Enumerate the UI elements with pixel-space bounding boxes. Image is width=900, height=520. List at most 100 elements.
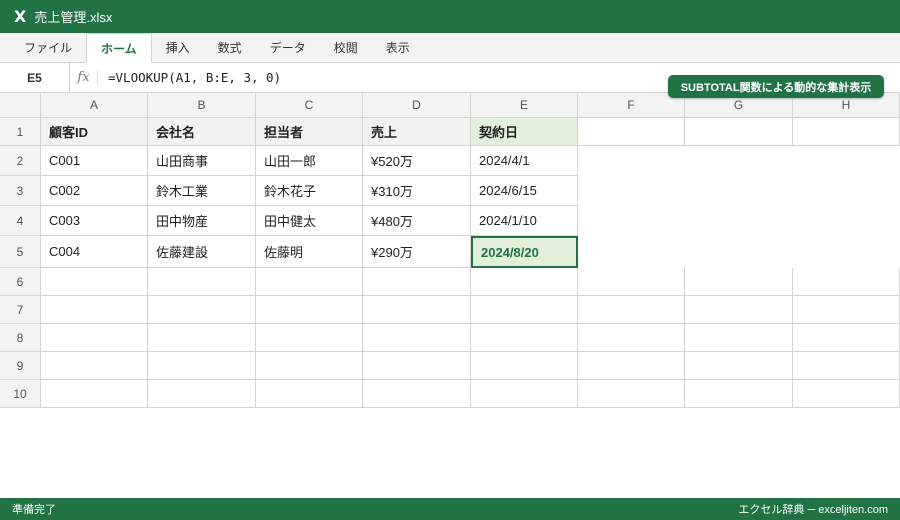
empty-cell[interactable]	[363, 352, 471, 380]
empty-cell[interactable]	[256, 268, 363, 296]
empty-cell[interactable]	[256, 352, 363, 380]
cell-h1[interactable]	[793, 118, 900, 146]
cell-b5[interactable]: 佐藤建設	[148, 236, 256, 268]
empty-cell[interactable]	[256, 296, 363, 324]
feature-banner: SUBTOTAL関数による動的な集計表示	[668, 75, 884, 98]
cell-e3[interactable]: 2024/6/15	[471, 176, 578, 206]
name-box[interactable]: E5	[0, 63, 70, 92]
cell-e5-selected[interactable]: 2024/8/20	[471, 236, 578, 268]
cell-b4[interactable]: 田中物産	[148, 206, 256, 236]
empty-cell[interactable]	[363, 324, 471, 352]
empty-cell[interactable]	[685, 352, 793, 380]
empty-cell[interactable]	[41, 380, 148, 408]
empty-cell[interactable]	[793, 380, 900, 408]
row-header[interactable]: 4	[0, 206, 41, 236]
empty-cell[interactable]	[363, 268, 471, 296]
column-header-b[interactable]: B	[148, 93, 256, 118]
empty-cell[interactable]	[256, 380, 363, 408]
row-header[interactable]: 8	[0, 324, 41, 352]
formula-input[interactable]: =VLOOKUP(A1, B:E, 3, 0)	[98, 70, 281, 85]
tab-home[interactable]: ホーム	[86, 33, 152, 63]
empty-cell[interactable]	[148, 324, 256, 352]
empty-cell[interactable]	[363, 296, 471, 324]
empty-cell[interactable]	[578, 268, 685, 296]
column-header-e[interactable]: E	[471, 93, 578, 118]
empty-cell[interactable]	[41, 268, 148, 296]
tab-review[interactable]: 校閲	[320, 33, 372, 62]
cell-a3[interactable]: C002	[41, 176, 148, 206]
tab-view[interactable]: 表示	[372, 33, 424, 62]
title-bar: X 売上管理.xlsx	[0, 0, 900, 33]
row-header[interactable]: 9	[0, 352, 41, 380]
fx-icon[interactable]: fx	[70, 70, 98, 85]
window-title: 売上管理.xlsx	[34, 10, 113, 25]
cell-d5[interactable]: ¥290万	[363, 236, 471, 268]
empty-cell[interactable]	[685, 324, 793, 352]
empty-cell[interactable]	[578, 352, 685, 380]
empty-cell[interactable]	[363, 380, 471, 408]
cell-a1[interactable]: 顧客ID	[41, 118, 148, 146]
cell-d4[interactable]: ¥480万	[363, 206, 471, 236]
empty-cell[interactable]	[578, 296, 685, 324]
column-header-c[interactable]: C	[256, 93, 363, 118]
empty-cell[interactable]	[148, 296, 256, 324]
cell-e4[interactable]: 2024/1/10	[471, 206, 578, 236]
row-header[interactable]: 1	[0, 118, 41, 146]
tab-insert[interactable]: 挿入	[152, 33, 204, 62]
empty-cell[interactable]	[148, 380, 256, 408]
cell-a2[interactable]: C001	[41, 146, 148, 176]
empty-cell[interactable]	[471, 268, 578, 296]
table-row: 8	[0, 324, 900, 352]
cell-d2[interactable]: ¥520万	[363, 146, 471, 176]
empty-cell[interactable]	[148, 352, 256, 380]
row-header[interactable]: 2	[0, 146, 41, 176]
tab-file[interactable]: ファイル	[10, 33, 86, 62]
empty-cell[interactable]	[793, 296, 900, 324]
empty-cell[interactable]	[148, 268, 256, 296]
row-header[interactable]: 7	[0, 296, 41, 324]
column-header-a[interactable]: A	[41, 93, 148, 118]
empty-cell[interactable]	[685, 380, 793, 408]
tab-data[interactable]: データ	[256, 33, 320, 62]
empty-cell[interactable]	[685, 268, 793, 296]
cell-a5[interactable]: C004	[41, 236, 148, 268]
empty-cell[interactable]	[793, 268, 900, 296]
row-header[interactable]: 5	[0, 236, 41, 268]
cell-b2[interactable]: 山田商事	[148, 146, 256, 176]
cell-d1[interactable]: 売上	[363, 118, 471, 146]
row-header[interactable]: 3	[0, 176, 41, 206]
empty-cell[interactable]	[471, 380, 578, 408]
excel-app-icon: X	[14, 7, 27, 26]
cell-c1[interactable]: 担当者	[256, 118, 363, 146]
empty-cell[interactable]	[41, 296, 148, 324]
cell-f1[interactable]	[578, 118, 685, 146]
empty-cell[interactable]	[793, 352, 900, 380]
empty-cell[interactable]	[793, 324, 900, 352]
empty-cell[interactable]	[685, 296, 793, 324]
cell-c3[interactable]: 鈴木花子	[256, 176, 363, 206]
cell-c4[interactable]: 田中健太	[256, 206, 363, 236]
cell-e2[interactable]: 2024/4/1	[471, 146, 578, 176]
row-header[interactable]: 10	[0, 380, 41, 408]
cell-a4[interactable]: C003	[41, 206, 148, 236]
select-all-corner[interactable]	[0, 93, 41, 118]
cell-e1[interactable]: 契約日	[471, 118, 578, 146]
status-bar: 準備完了 エクセル辞典 ─ exceljiten.com	[0, 498, 900, 520]
cell-c2[interactable]: 山田一郎	[256, 146, 363, 176]
empty-cell[interactable]	[471, 352, 578, 380]
empty-cell[interactable]	[41, 352, 148, 380]
empty-cell[interactable]	[471, 296, 578, 324]
empty-cell[interactable]	[41, 324, 148, 352]
empty-cell[interactable]	[471, 324, 578, 352]
cell-c5[interactable]: 佐藤明	[256, 236, 363, 268]
empty-cell[interactable]	[256, 324, 363, 352]
cell-d3[interactable]: ¥310万	[363, 176, 471, 206]
empty-cell[interactable]	[578, 380, 685, 408]
column-header-d[interactable]: D	[363, 93, 471, 118]
cell-b3[interactable]: 鈴木工業	[148, 176, 256, 206]
row-header[interactable]: 6	[0, 268, 41, 296]
cell-g1[interactable]	[685, 118, 793, 146]
tab-formulas[interactable]: 数式	[204, 33, 256, 62]
cell-b1[interactable]: 会社名	[148, 118, 256, 146]
empty-cell[interactable]	[578, 324, 685, 352]
